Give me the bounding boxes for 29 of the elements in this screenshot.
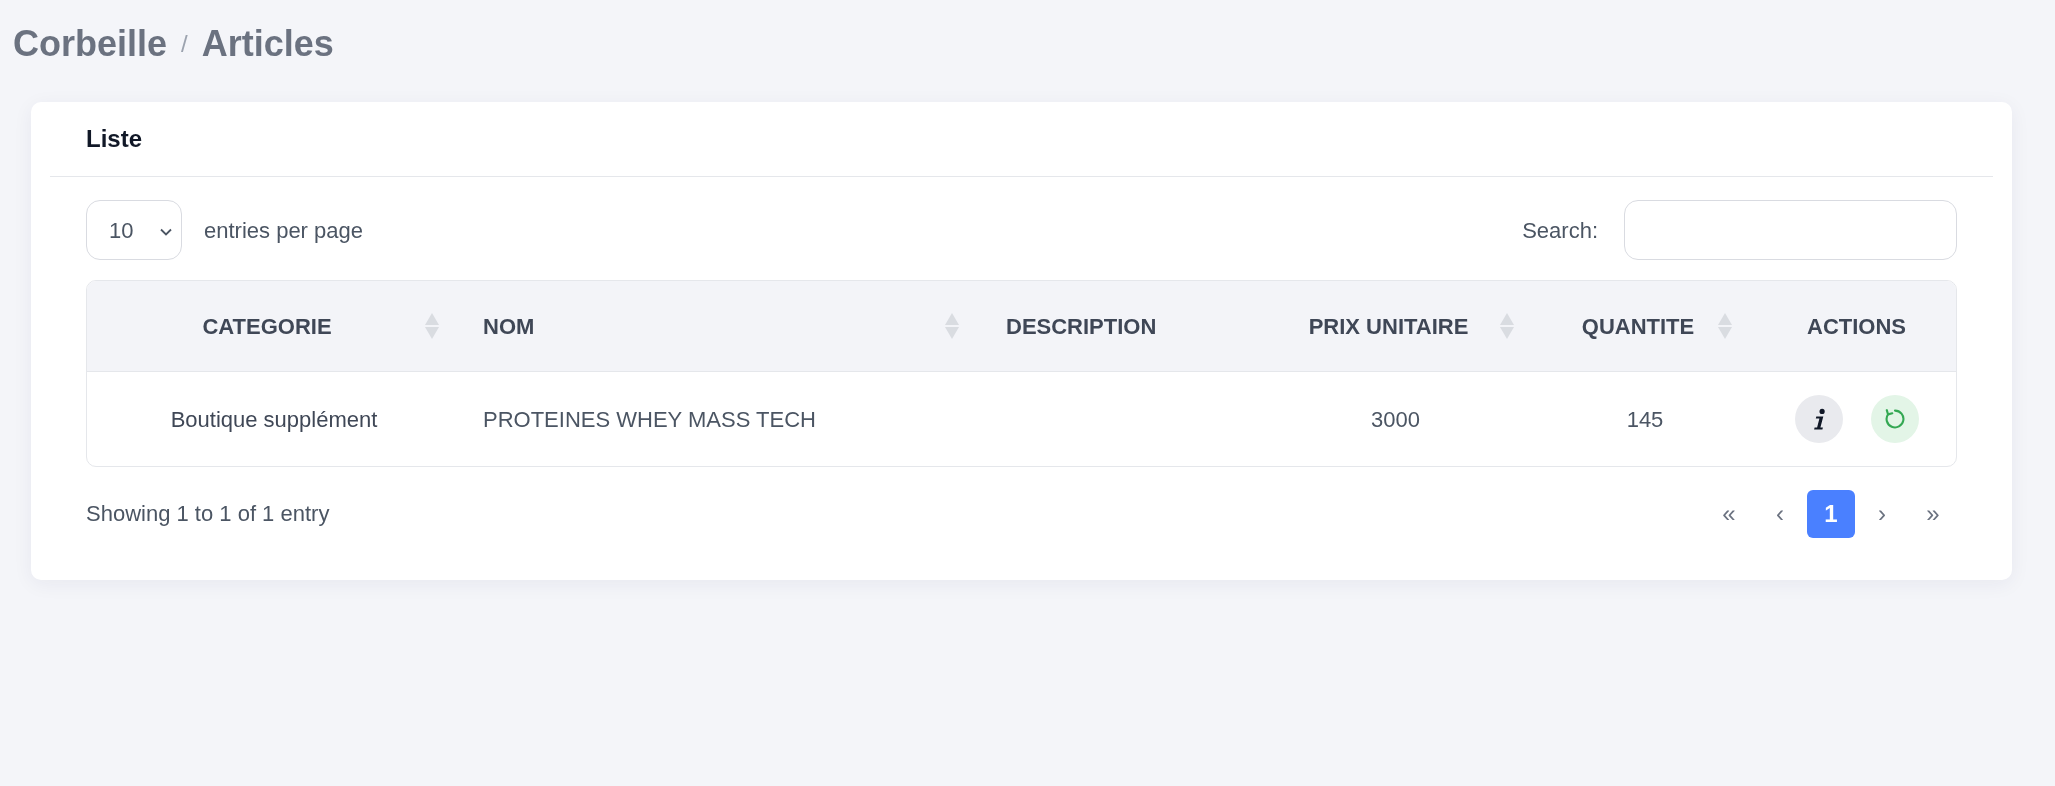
restore-button[interactable]: [1870, 395, 1919, 443]
table-cell-text: PROTEINES WHEY MASS TECH: [483, 405, 816, 434]
column-header[interactable]: CATEGORIE: [109, 309, 425, 343]
breadcrumb-separator: /: [181, 29, 188, 59]
table-cell-text: Boutique supplément: [170, 405, 378, 434]
column-header: DESCRIPTION: [1006, 312, 1158, 341]
pagination-button[interactable]: 1: [1807, 489, 1855, 538]
table-cell-text: 3000: [1371, 405, 1420, 434]
column-header[interactable]: PRIX UNITAIRE: [1277, 309, 1500, 343]
table-cell-text: 145: [1626, 405, 1664, 434]
pagination-button[interactable]: ‹: [1756, 489, 1804, 538]
pagination-button[interactable]: «: [1705, 489, 1753, 538]
chevron-down-icon: [160, 227, 172, 236]
page-size-select[interactable]: 10: [86, 200, 182, 260]
entries-summary: Showing 1 to 1 of 1 entry: [86, 500, 330, 528]
column-header: ACTIONS: [1806, 312, 1907, 341]
info-button[interactable]: [1794, 395, 1843, 443]
search-field[interactable]: [1624, 200, 1957, 260]
column-header[interactable]: NOM: [483, 309, 945, 343]
breadcrumb-current: Articles: [201, 22, 334, 66]
breadcrumb-link[interactable]: Corbeille: [13, 22, 168, 66]
pagination-button[interactable]: ›: [1858, 489, 1906, 538]
search-label: Search:: [1522, 216, 1598, 245]
card-title: Liste: [86, 124, 142, 154]
column-header[interactable]: QUANTITE: [1558, 309, 1718, 343]
entries-per-page-label: entries per page: [204, 216, 363, 245]
circular-arrow-icon: [1884, 409, 1905, 429]
info-icon: [1811, 408, 1826, 430]
pagination-button[interactable]: »: [1909, 489, 1957, 538]
